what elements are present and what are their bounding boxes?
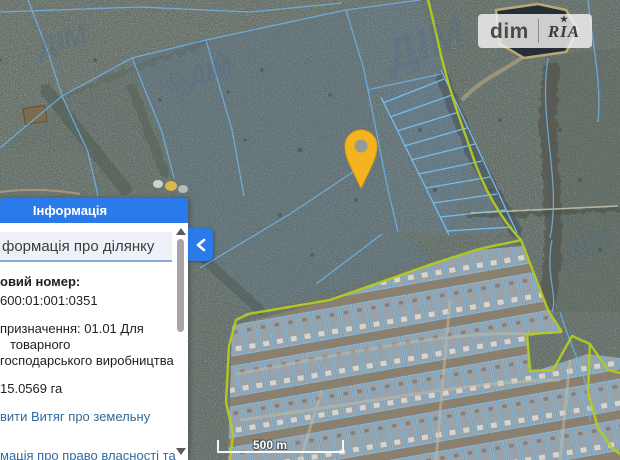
ria-star-icon: ★ — [560, 15, 569, 24]
dim-logo-text: dim — [490, 21, 529, 42]
info-panel: Інформація формація про ділянку овий ном… — [0, 198, 188, 460]
purpose-line3: господарського виробництва — [0, 353, 172, 369]
area-value: 15.0569 га — [0, 381, 172, 397]
chevron-left-icon — [195, 237, 207, 253]
scrollbar-down-arrow-icon[interactable] — [176, 448, 186, 455]
scrollbar-thumb[interactable] — [177, 239, 184, 332]
scrollbar-up-arrow-icon[interactable] — [176, 228, 186, 235]
purpose-value: 01.01 Для — [81, 321, 144, 336]
logo-divider — [538, 19, 539, 43]
panel-title: Інформація — [33, 203, 107, 218]
collapse-panel-button[interactable] — [188, 228, 213, 261]
panel-title-bar: Інформація — [0, 198, 188, 223]
link-order-extract[interactable]: вити Витяг про земельну — [0, 409, 172, 439]
panel-body: формація про ділянку овий номер: 600:01:… — [0, 223, 188, 460]
scale-label: 500 m — [253, 438, 287, 452]
dim-ria-logo: dim RIA ★ — [478, 14, 592, 48]
section-title: формація про ділянку — [0, 232, 172, 262]
purpose-row: призначення: 01.01 Для — [0, 321, 172, 337]
purpose-label: призначення: — [0, 321, 81, 336]
map-viewer: ДІМ © ДІМ ДІМ ДІМ 500 m dim RIA ★ Інформ… — [0, 0, 620, 460]
link-ownership-info[interactable]: мація про право власності та рава — [0, 448, 172, 460]
ria-logo-text: RIA ★ — [548, 23, 580, 40]
plowed-patch — [23, 106, 47, 125]
cadastral-number-label: овий номер: — [0, 274, 172, 290]
purpose-line2: товарного — [0, 337, 172, 353]
cadastral-number-value: 600:01:001:0351 — [0, 293, 172, 309]
panel-scrollbar[interactable] — [175, 225, 187, 458]
